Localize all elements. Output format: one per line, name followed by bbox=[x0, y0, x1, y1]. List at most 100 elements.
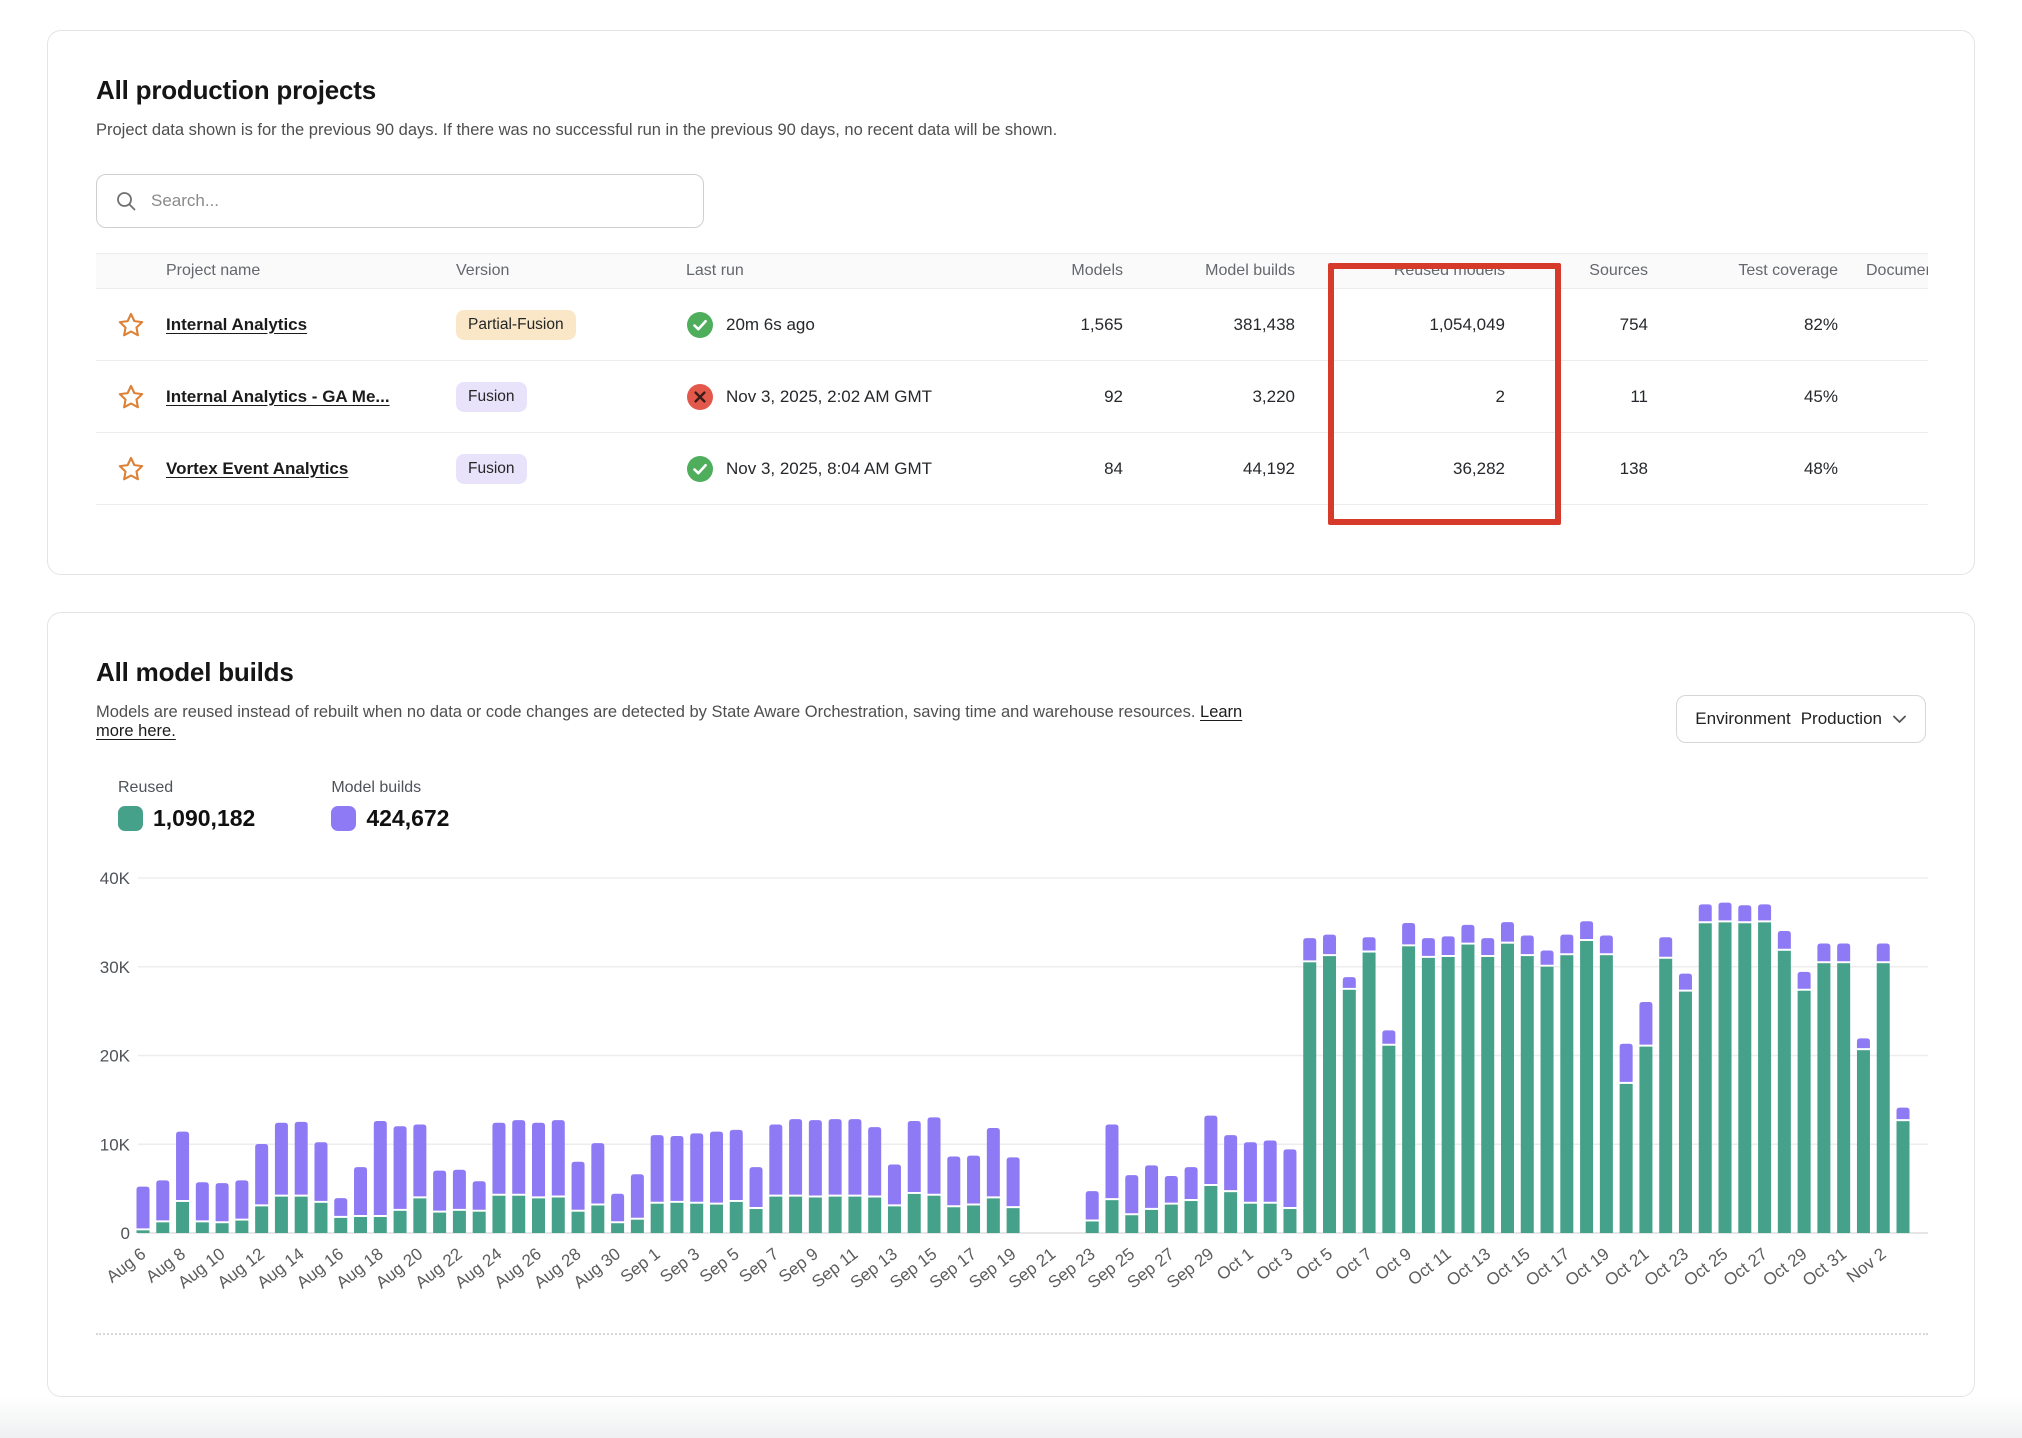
model-builds-bar-segment[interactable] bbox=[1244, 1142, 1257, 1201]
reused-bar-segment[interactable] bbox=[275, 1197, 288, 1233]
model-builds-bar-segment[interactable] bbox=[1521, 935, 1534, 954]
reused-bar-segment[interactable] bbox=[1442, 957, 1455, 1233]
model-builds-bar-segment[interactable] bbox=[532, 1123, 545, 1197]
star-icon[interactable] bbox=[116, 454, 146, 484]
model-builds-bar-segment[interactable] bbox=[1323, 935, 1336, 955]
model-builds-bar-segment[interactable] bbox=[1877, 943, 1890, 961]
reused-bar-segment[interactable] bbox=[1837, 963, 1850, 1233]
model-builds-bar-segment[interactable] bbox=[908, 1121, 921, 1192]
reused-bar-segment[interactable] bbox=[1620, 1084, 1633, 1233]
model-builds-bar-segment[interactable] bbox=[1639, 1002, 1652, 1045]
reused-bar-segment[interactable] bbox=[1323, 956, 1336, 1233]
reused-bar-segment[interactable] bbox=[1461, 945, 1474, 1233]
model-builds-bar-segment[interactable] bbox=[1224, 1135, 1237, 1190]
reused-bar-segment[interactable] bbox=[1758, 922, 1771, 1233]
model-builds-bar-segment[interactable] bbox=[137, 1187, 150, 1229]
star-icon[interactable] bbox=[116, 382, 146, 412]
reused-bar-segment[interactable] bbox=[354, 1217, 367, 1233]
model-builds-bar-segment[interactable] bbox=[1422, 938, 1435, 956]
model-builds-bar-segment[interactable] bbox=[967, 1156, 980, 1204]
reused-bar-segment[interactable] bbox=[611, 1223, 624, 1233]
model-builds-bar-segment[interactable] bbox=[453, 1170, 466, 1209]
reused-bar-segment[interactable] bbox=[1382, 1046, 1395, 1233]
model-builds-bar-segment[interactable] bbox=[196, 1182, 209, 1220]
reused-bar-segment[interactable] bbox=[156, 1222, 169, 1233]
model-builds-bar-segment[interactable] bbox=[1560, 935, 1573, 954]
model-builds-bar-segment[interactable] bbox=[1382, 1030, 1395, 1043]
project-name-link[interactable]: Internal Analytics - GA Me... bbox=[166, 387, 390, 406]
environment-dropdown[interactable]: Environment Production bbox=[1676, 695, 1926, 743]
model-builds-bar-segment[interactable] bbox=[235, 1180, 248, 1218]
model-builds-bar-segment[interactable] bbox=[1007, 1157, 1020, 1206]
project-name-link[interactable]: Vortex Event Analytics bbox=[166, 459, 348, 478]
reused-bar-segment[interactable] bbox=[1007, 1208, 1020, 1233]
reused-bar-segment[interactable] bbox=[1086, 1221, 1099, 1233]
reused-bar-segment[interactable] bbox=[789, 1197, 802, 1233]
model-builds-bar-segment[interactable] bbox=[156, 1180, 169, 1220]
model-builds-bar-segment[interactable] bbox=[789, 1119, 802, 1194]
model-builds-bar-segment[interactable] bbox=[809, 1120, 822, 1195]
model-builds-bar-segment[interactable] bbox=[1758, 904, 1771, 920]
reused-bar-segment[interactable] bbox=[809, 1198, 822, 1234]
reused-bar-segment[interactable] bbox=[928, 1196, 941, 1233]
model-builds-bar-segment[interactable] bbox=[690, 1133, 703, 1201]
reused-bar-segment[interactable] bbox=[473, 1212, 486, 1233]
model-builds-bar-segment[interactable] bbox=[1303, 938, 1316, 960]
reused-bar-segment[interactable] bbox=[374, 1217, 387, 1233]
project-search[interactable] bbox=[96, 174, 704, 228]
model-builds-bar-segment[interactable] bbox=[433, 1171, 446, 1211]
model-builds-bar-segment[interactable] bbox=[710, 1132, 723, 1203]
reused-bar-segment[interactable] bbox=[651, 1204, 664, 1233]
reused-bar-segment[interactable] bbox=[1738, 923, 1751, 1233]
model-builds-bar-segment[interactable] bbox=[1501, 922, 1514, 942]
reused-bar-segment[interactable] bbox=[1679, 992, 1692, 1233]
reused-bar-segment[interactable] bbox=[710, 1205, 723, 1233]
model-builds-bar-segment[interactable] bbox=[651, 1135, 664, 1202]
reused-bar-segment[interactable] bbox=[967, 1205, 980, 1233]
reused-bar-segment[interactable] bbox=[947, 1207, 960, 1233]
reused-bar-segment[interactable] bbox=[1639, 1047, 1652, 1233]
model-builds-bar-segment[interactable] bbox=[354, 1167, 367, 1215]
reused-bar-segment[interactable] bbox=[235, 1221, 248, 1233]
reused-bar-segment[interactable] bbox=[1659, 959, 1672, 1233]
model-builds-bar-segment[interactable] bbox=[1857, 1038, 1870, 1048]
reused-bar-segment[interactable] bbox=[137, 1230, 150, 1233]
model-builds-bar-segment[interactable] bbox=[928, 1117, 941, 1193]
reused-bar-segment[interactable] bbox=[1521, 956, 1534, 1233]
model-builds-bar-segment[interactable] bbox=[1699, 904, 1712, 921]
reused-bar-segment[interactable] bbox=[1204, 1186, 1217, 1233]
reused-bar-segment[interactable] bbox=[1402, 946, 1415, 1233]
reused-bar-segment[interactable] bbox=[1600, 955, 1613, 1233]
model-builds-bar-segment[interactable] bbox=[1541, 951, 1554, 965]
reused-bar-segment[interactable] bbox=[730, 1202, 743, 1233]
model-builds-bar-segment[interactable] bbox=[1719, 903, 1732, 921]
reused-bar-segment[interactable] bbox=[394, 1211, 407, 1233]
project-name-link[interactable]: Internal Analytics bbox=[166, 315, 307, 334]
reused-bar-segment[interactable] bbox=[1541, 967, 1554, 1233]
model-builds-bar-segment[interactable] bbox=[295, 1122, 308, 1195]
model-builds-bar-segment[interactable] bbox=[1620, 1044, 1633, 1082]
reused-bar-segment[interactable] bbox=[552, 1198, 565, 1234]
reused-bar-segment[interactable] bbox=[1244, 1204, 1257, 1233]
reused-bar-segment[interactable] bbox=[413, 1198, 426, 1233]
model-builds-bar-segment[interactable] bbox=[1679, 974, 1692, 990]
reused-bar-segment[interactable] bbox=[433, 1213, 446, 1233]
reused-bar-segment[interactable] bbox=[196, 1222, 209, 1233]
reused-bar-segment[interactable] bbox=[295, 1197, 308, 1233]
model-builds-bar-segment[interactable] bbox=[492, 1123, 505, 1194]
model-builds-bar-segment[interactable] bbox=[314, 1142, 327, 1201]
reused-bar-segment[interactable] bbox=[1363, 953, 1376, 1233]
reused-bar-segment[interactable] bbox=[591, 1205, 604, 1233]
model-builds-bar-segment[interactable] bbox=[987, 1128, 1000, 1196]
model-builds-bar-segment[interactable] bbox=[1600, 935, 1613, 953]
model-builds-bar-segment[interactable] bbox=[631, 1174, 644, 1217]
model-builds-bar-segment[interactable] bbox=[670, 1136, 683, 1201]
reused-bar-segment[interactable] bbox=[314, 1203, 327, 1233]
reused-bar-segment[interactable] bbox=[987, 1198, 1000, 1233]
model-builds-bar-segment[interactable] bbox=[591, 1143, 604, 1203]
reused-bar-segment[interactable] bbox=[1422, 958, 1435, 1233]
reused-bar-segment[interactable] bbox=[532, 1198, 545, 1233]
reused-bar-segment[interactable] bbox=[1719, 922, 1732, 1233]
model-builds-bar-segment[interactable] bbox=[275, 1123, 288, 1195]
model-builds-bar-segment[interactable] bbox=[888, 1164, 901, 1204]
